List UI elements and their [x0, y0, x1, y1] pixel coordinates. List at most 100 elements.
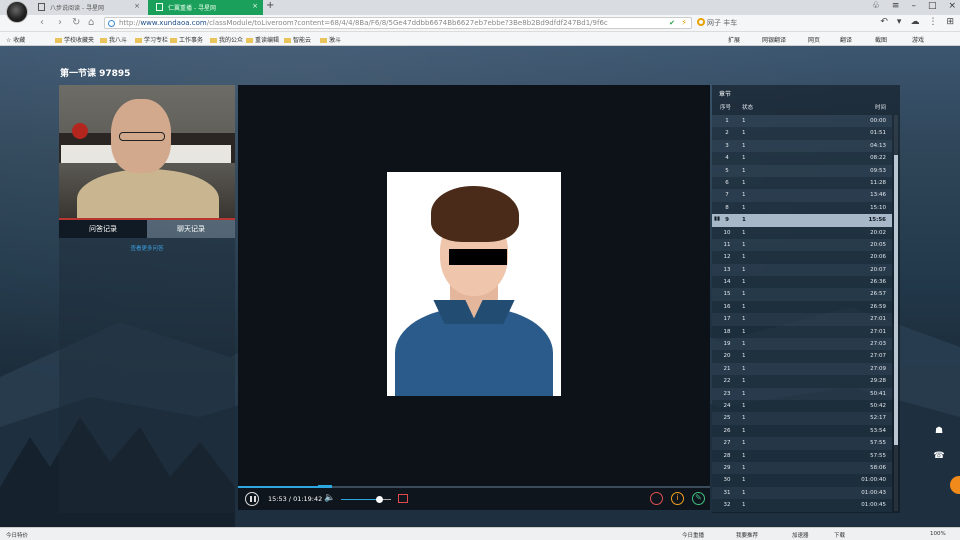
- volume-slider[interactable]: [341, 499, 391, 500]
- chapter-num: 3: [725, 142, 729, 149]
- volume-icon[interactable]: 🔈: [324, 493, 335, 503]
- screenshot-button[interactable]: [398, 494, 408, 503]
- chapter-row[interactable]: 17 1 27:01: [712, 313, 892, 326]
- bookmark-item[interactable]: ☆ 收藏: [6, 35, 25, 44]
- back-icon[interactable]: ‹: [40, 17, 44, 28]
- bookmark-item[interactable]: 学习专栏: [135, 35, 168, 44]
- time-display: 15:53 / 01:19:42: [268, 495, 323, 503]
- extension-item[interactable]: 游戏: [912, 35, 924, 44]
- home-icon[interactable]: ⌂: [88, 17, 94, 28]
- grid-icon[interactable]: ⊞: [946, 17, 954, 27]
- chapter-row[interactable]: 27 1 57:55: [712, 437, 892, 450]
- player-controls: 15:53 / 01:19:42 🔈 i ✎: [238, 488, 710, 510]
- chapter-row[interactable]: 5 1 09:53: [712, 164, 892, 177]
- extension-item[interactable]: 网页: [808, 35, 820, 44]
- status-item[interactable]: 加速器: [792, 531, 809, 539]
- chapter-status: 1: [742, 427, 746, 434]
- teacher-camera-video[interactable]: [59, 85, 235, 218]
- close-icon[interactable]: ×: [134, 2, 140, 10]
- more-icon[interactable]: ⋮: [928, 17, 937, 27]
- browser-tab-1[interactable]: 八步说阅读 - 寻星网 ×: [30, 0, 145, 15]
- chapter-row[interactable]: 13 1 20:07: [712, 263, 892, 277]
- extension-item[interactable]: 截图: [875, 35, 887, 44]
- chapter-scrollbar[interactable]: [894, 115, 898, 511]
- chapter-status: 1: [742, 155, 746, 162]
- pause-button[interactable]: [245, 492, 259, 506]
- chapter-row[interactable]: 3 1 04:13: [712, 139, 892, 153]
- menu-icon[interactable]: ≡: [892, 1, 900, 11]
- status-left[interactable]: 今日特价: [6, 531, 28, 539]
- new-tab-button[interactable]: +: [266, 0, 274, 11]
- dropdown-icon[interactable]: ▾: [897, 17, 902, 27]
- bookmark-item[interactable]: 我八斗: [100, 35, 127, 44]
- chapter-row[interactable]: 10 1 20:02: [712, 226, 892, 239]
- chapter-row[interactable]: 23 1 50:41: [712, 387, 892, 400]
- info-icon[interactable]: i: [671, 492, 684, 505]
- volume-handle[interactable]: [375, 496, 383, 503]
- chapter-row[interactable]: 11 1 20:05: [712, 238, 892, 252]
- maximize-icon[interactable]: □: [928, 1, 937, 11]
- cloud-icon[interactable]: ☁: [910, 17, 919, 27]
- bookmark-item[interactable]: 智能云: [284, 35, 311, 44]
- extension-item[interactable]: 翻译: [840, 35, 852, 44]
- user-avatar[interactable]: [6, 1, 28, 23]
- bookmark-item[interactable]: 激斗: [320, 35, 341, 44]
- scrollbar-thumb[interactable]: [894, 155, 898, 445]
- status-item[interactable]: 今日重播: [682, 531, 704, 539]
- browser-tab-2[interactable]: 仁翼重播 - 寻星网 ×: [148, 0, 263, 15]
- forward-icon[interactable]: ›: [58, 17, 62, 28]
- chapter-row[interactable]: 26 1 53:54: [712, 424, 892, 438]
- chapter-row[interactable]: 15 1 26:57: [712, 288, 892, 301]
- chapter-row[interactable]: 12 1 20:06: [712, 251, 892, 264]
- chapter-row[interactable]: 30 1 01:00:40: [712, 474, 892, 487]
- url-input[interactable]: http://www.xundaoa.com/classModule/toLiv…: [104, 17, 692, 29]
- chapter-row[interactable]: 18 1 27:01: [712, 325, 892, 339]
- chapter-row[interactable]: 25 1 52:17: [712, 412, 892, 425]
- chapter-row[interactable]: 29 1 58:06: [712, 461, 892, 475]
- service-icon[interactable]: ☗: [932, 426, 946, 438]
- minimize-icon[interactable]: –: [911, 1, 916, 11]
- view-more-link[interactable]: 查看更多问答: [59, 244, 235, 252]
- bookmark-item[interactable]: 我的公众: [210, 35, 243, 44]
- chapter-row[interactable]: 19 1 27:03: [712, 338, 892, 351]
- chapter-row[interactable]: 6 1 11:28: [712, 176, 892, 190]
- chapter-row[interactable]: 7 1 13:46: [712, 189, 892, 202]
- undo-icon[interactable]: ↶: [880, 17, 888, 27]
- chapter-row[interactable]: 4 1 08:22: [712, 152, 892, 165]
- skin-icon[interactable]: ♧: [872, 1, 880, 11]
- chapter-row[interactable]: 20 1 27:07: [712, 350, 892, 363]
- close-window-icon[interactable]: ×: [948, 1, 956, 11]
- edit-icon[interactable]: ✎: [692, 492, 705, 505]
- bookmark-item[interactable]: 重读编辑: [246, 35, 279, 44]
- extension-item[interactable]: 扩展: [728, 35, 740, 44]
- record-icon[interactable]: [650, 492, 663, 505]
- chapter-row[interactable]: 28 1 57:55: [712, 449, 892, 462]
- bookmark-item[interactable]: 工作事务: [170, 35, 203, 44]
- tab-chat-records[interactable]: 聊天记录: [147, 220, 235, 238]
- chapter-row[interactable]: 16 1 26:59: [712, 300, 892, 314]
- phone-icon[interactable]: ☎: [932, 451, 946, 463]
- chapter-row[interactable]: 24 1 50:42: [712, 399, 892, 413]
- verified-icon: ✔: [669, 19, 675, 27]
- search-input[interactable]: 网子 丰车: [695, 17, 875, 29]
- chapter-row[interactable]: 8 1 15:10: [712, 201, 892, 215]
- zoom-level[interactable]: 100%: [930, 531, 946, 537]
- chapter-row[interactable]: 2 1 01:51: [712, 127, 892, 140]
- extension-item[interactable]: 网银翻译: [762, 35, 786, 44]
- speed-mode-icon[interactable]: ⚡: [681, 18, 687, 27]
- close-icon[interactable]: ×: [252, 2, 258, 10]
- status-item[interactable]: 下载: [834, 531, 845, 539]
- refresh-icon[interactable]: ↻: [72, 17, 80, 28]
- chapter-num: 9: [725, 217, 729, 224]
- chapter-row[interactable]: 31 1 01:00:43: [712, 486, 892, 500]
- chapter-row[interactable]: 14 1 26:36: [712, 276, 892, 289]
- chapter-row[interactable]: 1 1 00:00: [712, 115, 892, 128]
- chapter-row[interactable]: 21 1 27:09: [712, 362, 892, 376]
- status-item[interactable]: 我要推荐: [736, 531, 758, 539]
- tab-qa-records[interactable]: 问答记录: [59, 220, 147, 238]
- chapter-row[interactable]: 22 1 29:28: [712, 375, 892, 388]
- chapter-row-current[interactable]: ▮▮ 9 1 15:56: [712, 214, 892, 227]
- chapter-row[interactable]: 32 1 01:00:45: [712, 499, 892, 512]
- chapter-status: 1: [742, 241, 746, 248]
- bookmark-item[interactable]: 学校收藏夹: [55, 35, 94, 44]
